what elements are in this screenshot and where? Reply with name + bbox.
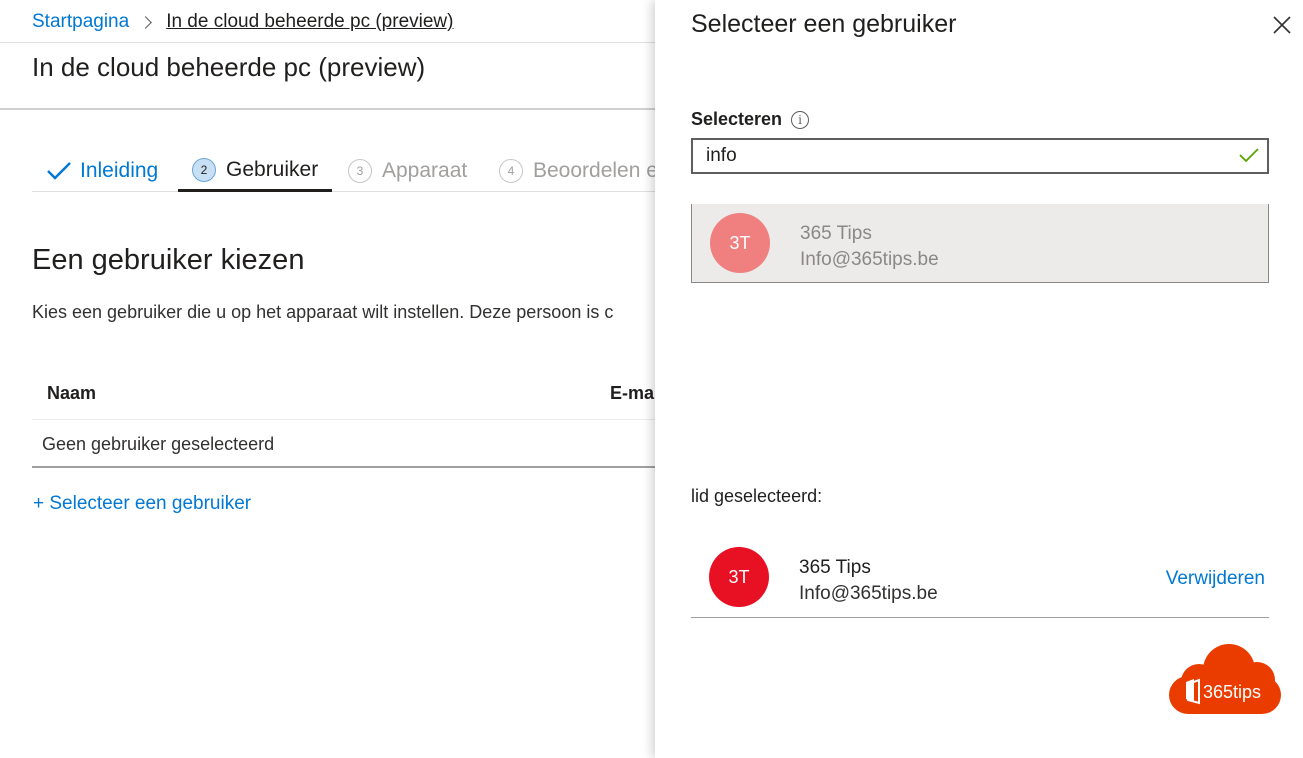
- office-logo-icon: 365tips: [1169, 644, 1281, 714]
- panel-title: Selecteer een gebruiker: [691, 10, 957, 38]
- search-input[interactable]: [693, 140, 1233, 172]
- wizard-tabs: Inleiding 2 Gebruiker 3 Apparaat 4 Beoor…: [32, 150, 655, 192]
- tab-apparaat[interactable]: 3 Apparaat: [348, 150, 467, 192]
- tab-label: Apparaat: [382, 159, 468, 182]
- selected-label: lid geselecteerd:: [691, 486, 823, 506]
- background-page: Startpagina In de cloud beheerde pc (pre…: [0, 0, 655, 758]
- divider: [32, 419, 655, 420]
- selected-email: Info@365tips.be: [799, 583, 938, 604]
- tab-label: Inleiding: [80, 159, 159, 182]
- tab-label: Beoordelen e: [533, 159, 655, 182]
- select-field-label: Selecteren i: [691, 109, 810, 130]
- remove-button[interactable]: Verwijderen: [1166, 568, 1265, 590]
- tab-inleiding[interactable]: Inleiding: [46, 150, 158, 192]
- tab-label: Gebruiker: [226, 157, 319, 181]
- divider: [32, 466, 655, 468]
- breadcrumb-current[interactable]: In de cloud beheerde pc (preview): [166, 11, 453, 33]
- tab-beoordelen[interactable]: 4 Beoordelen e: [499, 150, 655, 192]
- select-user-link[interactable]: + Selecteer een gebruiker: [33, 493, 251, 515]
- close-icon[interactable]: [1267, 10, 1297, 40]
- step-number-badge: 3: [348, 159, 372, 183]
- breadcrumb: Startpagina In de cloud beheerde pc (pre…: [32, 11, 453, 33]
- divider: [0, 42, 655, 43]
- avatar: 3T: [709, 547, 769, 607]
- select-user-panel: Selecteer een gebruiker Selecteren i 3T …: [655, 0, 1303, 758]
- section-title: Een gebruiker kiezen: [32, 244, 305, 276]
- chevron-right-icon: [139, 15, 153, 29]
- info-icon[interactable]: i: [791, 110, 810, 129]
- check-icon: [47, 162, 71, 180]
- table-row-empty: Geen gebruiker geselecteerd: [42, 434, 275, 454]
- column-header-email: E-ma: [610, 383, 655, 403]
- column-header-name: Naam: [47, 383, 97, 403]
- selected-name: 365 Tips: [799, 557, 871, 578]
- avatar: 3T: [710, 213, 770, 273]
- step-number-badge: 4: [499, 159, 523, 183]
- section-description: Kies een gebruiker die u op het apparaat…: [32, 302, 614, 322]
- search-result-item[interactable]: 3T 365 Tips Info@365tips.be: [691, 204, 1269, 283]
- field-label-text: Selecteren: [691, 109, 783, 129]
- result-email: Info@365tips.be: [800, 249, 939, 270]
- selected-member-item: 3T 365 Tips Info@365tips.be Verwijderen: [691, 540, 1269, 618]
- watermark-text: 365tips: [1203, 682, 1261, 702]
- search-field: [691, 138, 1269, 174]
- breadcrumb-home-link[interactable]: Startpagina: [32, 11, 129, 33]
- tab-gebruiker[interactable]: 2 Gebruiker: [178, 150, 333, 192]
- check-icon: [1239, 148, 1259, 163]
- divider: [0, 108, 655, 110]
- page-title: In de cloud beheerde pc (preview): [32, 52, 426, 82]
- result-name: 365 Tips: [800, 223, 872, 244]
- step-number-badge: 2: [192, 157, 216, 182]
